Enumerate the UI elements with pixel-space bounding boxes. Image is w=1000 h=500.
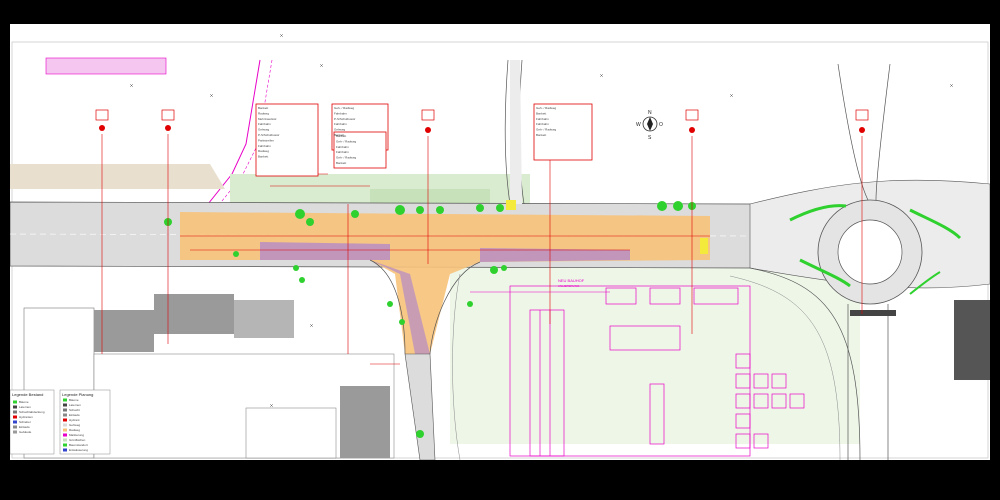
section-table-row: Bankett [258, 155, 268, 159]
legend-item: Einlaufe [19, 425, 30, 429]
legend-swatch [13, 410, 17, 414]
section-table-row: Bankett [336, 134, 346, 138]
section-table-row: Gehweg [258, 128, 270, 132]
legend-swatch [63, 403, 67, 407]
section-table-row: Fahrbahn [334, 111, 347, 115]
section-table-row: P-S/Schulbusstr [258, 133, 280, 137]
section-table-row: Mehrzweckstr. [258, 117, 277, 121]
section-table-row: Radweg [258, 111, 269, 115]
legend-swatch [63, 408, 67, 412]
legend-swatch [63, 428, 67, 432]
section-table-row: Fahrbahn [258, 144, 271, 148]
legend-swatch [63, 443, 67, 447]
legend-swatch [13, 415, 17, 419]
legend-planning-title: Legende Planung [62, 392, 93, 397]
section-table-row: Bankett [336, 161, 346, 165]
section-marker [95, 109, 109, 131]
legend-swatch [63, 438, 67, 442]
legend-item: Bäume [19, 400, 29, 404]
legend-swatch [63, 418, 67, 422]
legend-item: Radweg [69, 428, 80, 432]
depot-sublabel: ANLIEFERUNG [558, 284, 580, 288]
legend-item: Schachtabdeckung [19, 410, 45, 414]
section-table-row: Geh- / Radweg [336, 139, 357, 143]
legend-swatch [63, 423, 67, 427]
legend-swatch [63, 448, 67, 452]
legend-item: Hydranten [19, 415, 33, 419]
legend-swatch [63, 433, 67, 437]
legend-item: Laternen [19, 405, 31, 409]
legend-item: Baumstandort [69, 443, 88, 447]
legend-item: Grünflächen [69, 438, 86, 442]
section-table-row: Bankett [536, 133, 546, 137]
legend-swatch [13, 405, 17, 409]
section-table-row: Geh- / Radweg [334, 106, 355, 110]
drawing-canvas: NEU BAUHOF ANLIEFERUNG Bankett Radweg Me… [10, 24, 990, 460]
legend-item: Entwässerung [69, 448, 88, 452]
section-marker [161, 109, 175, 131]
section-table-row: Geh- / Radweg [536, 128, 557, 132]
legend-swatch [13, 425, 17, 429]
section-table-row: Bankett [536, 111, 546, 115]
section-table-row: Fahrbahn [536, 117, 549, 121]
sand-area [10, 164, 225, 189]
legend-item: Laternen [69, 403, 81, 407]
section-marker [421, 109, 435, 133]
section-table-row: Bankett [258, 106, 268, 110]
legend-item: Schacht [69, 408, 80, 412]
legend-swatch [63, 413, 67, 417]
section-table-row: Geh- / Radweg [336, 156, 357, 160]
legend-item: Hydrant [69, 418, 80, 422]
section-marker [855, 109, 869, 133]
section-table-row: Gehweg [334, 128, 346, 132]
frame-top [0, 0, 1000, 24]
section-table-row: Parkstreifen [258, 138, 274, 142]
yellow-marker-2 [700, 238, 708, 254]
compass: N O S W [636, 110, 663, 141]
legend-existing: Legende Bestand BäumeLaternenSchachtabde… [10, 389, 55, 455]
legend-item: Markierung [69, 433, 84, 437]
south-road [404, 353, 436, 460]
depot-label: NEU BAUHOF [558, 278, 585, 283]
compass-west: W [636, 122, 641, 128]
green-area-south [450, 264, 860, 444]
legend-item: Schieber [19, 420, 31, 424]
site-plan: NEU BAUHOF ANLIEFERUNG BankettRadwegMehr… [10, 33, 990, 460]
section-marker [685, 109, 699, 133]
section-table-row: Fahrbahn [258, 122, 271, 126]
section-table-row: Fahrbahn [334, 122, 347, 126]
legend-swatch [13, 400, 17, 404]
legend-planning: Legende Planung BäumeLaternenSchachtEinl… [59, 389, 111, 455]
section-markers [95, 109, 869, 133]
yellow-marker [506, 200, 516, 210]
legend-item: Gehweg [69, 423, 81, 427]
title-hatch-box [45, 57, 167, 75]
section-table-row: Fahrbahn [336, 145, 349, 149]
section-table-row: P-S/Schulbusstr [334, 117, 356, 121]
section-table-row: Geh- / Radweg [536, 106, 557, 110]
legend-item: Einlaufe [69, 413, 80, 417]
purple-overlay-1 [260, 242, 390, 260]
section-table-row: Fahrbahn [536, 122, 549, 126]
legend-item: Gebäude [19, 430, 32, 434]
compass-south: S [648, 135, 652, 141]
legend-existing-title: Legende Bestand [12, 392, 43, 397]
compass-north: N [648, 110, 652, 116]
legend-swatch [63, 398, 67, 402]
legend-swatch [13, 420, 17, 424]
legend-swatch [13, 430, 17, 434]
crossing-south [850, 310, 896, 316]
section-table-row: Radweg [258, 149, 269, 153]
compass-east: O [659, 122, 663, 128]
legend-item: Bäume [69, 398, 79, 402]
section-table-row: Fahrbahn [336, 150, 349, 154]
